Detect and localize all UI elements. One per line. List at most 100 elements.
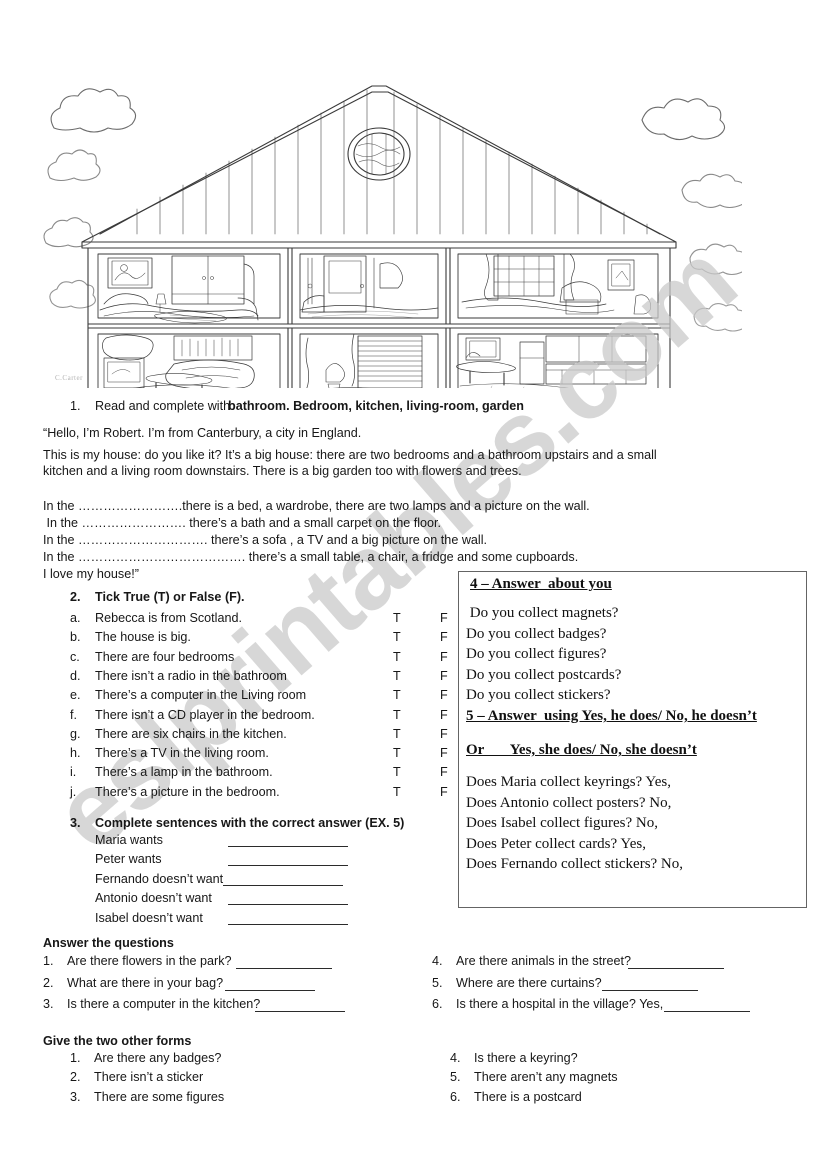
true-option[interactable]: T [393,765,401,779]
false-option[interactable]: F [440,746,448,760]
item-statement: There’s a TV in the living room. [95,746,269,761]
task2-number: 2. [70,590,81,604]
item-statement: The house is big. [95,630,191,645]
item-letter: d. [70,668,81,683]
passage-line-3: kitchen and a living room downstairs. Th… [43,464,522,478]
item-statement: Rebecca is from Scotland. [95,611,242,625]
task3-instruction: Complete sentences with the correct answ… [95,816,405,830]
item-letter: a. [70,611,81,625]
answer-blank-line[interactable] [228,865,348,867]
item-text: There are some figures [94,1089,225,1104]
task1-instruction: Read and complete with: [95,399,234,413]
item-text: Are there any badges? [94,1051,222,1065]
task5-question[interactable]: Does Fernando collect stickers? No, [466,856,683,873]
sentence-stem: Maria wants [95,833,163,847]
item-number: 3. [70,1089,81,1104]
item-number: 4. [450,1051,461,1065]
item-letter: b. [70,630,81,645]
true-option[interactable]: T [393,650,401,664]
artist-signature: C.Carter [55,374,83,382]
answer-blank-line[interactable] [228,923,348,925]
false-option[interactable]: F [440,669,448,683]
item-number: 6. [450,1089,461,1104]
true-option[interactable]: T [393,669,401,683]
false-option[interactable]: F [440,650,448,664]
item-letter: i. [70,765,77,780]
false-option[interactable]: F [440,630,448,644]
fill-blank-line-1[interactable]: In the …………………….there is a bed, a wardro… [43,498,590,515]
task3-number: 3. [70,816,81,830]
item-text: Are there flowers in the park? [67,954,232,968]
item-text: There isn’t a sticker [94,1070,204,1085]
answer-questions-heading: Answer the questions [43,936,174,950]
item-text: Is there a computer in the kitchen? [67,997,261,1011]
give-forms-heading: Give the two other forms [43,1034,192,1048]
answer-blank-line[interactable] [228,846,348,847]
sentence-stem: Peter wants [95,852,162,867]
item-number: 1. [70,1051,81,1065]
answer-blank-line[interactable] [255,1011,345,1012]
false-option[interactable]: F [440,765,448,779]
true-option[interactable]: T [393,688,401,702]
false-option[interactable]: F [440,785,448,799]
task4-question[interactable]: Do you collect badges? [466,626,606,643]
task4-question[interactable]: Do you collect stickers? [466,687,611,704]
fill-blank-line-4[interactable]: In the …………………………………. there’s a small ta… [43,549,578,566]
false-option[interactable]: F [440,727,448,741]
item-text: There is a postcard [474,1089,582,1104]
sentence-stem: Antonio doesn’t want [95,891,212,906]
task2-instruction: Tick True (T) or False (F). [95,590,245,604]
task1-word-bank: bathroom. Bedroom, kitchen, living-room,… [228,399,524,413]
true-option[interactable]: T [393,708,401,722]
item-text: Where are there curtains? [456,975,602,990]
true-option[interactable]: T [393,611,401,625]
item-statement: There are six chairs in the kitchen. [95,726,287,741]
item-number: 6. [432,997,443,1011]
false-option[interactable]: F [440,688,448,702]
answer-blank-line[interactable] [228,904,348,906]
item-text: What are there in your bag? [67,975,224,990]
item-text: Is there a hospital in the village? Yes, [456,997,664,1011]
item-statement: There isn’t a radio in the bathroom [95,668,287,683]
fill-blank-line-3[interactable]: In the …………………………. there’s a sofa , a TV… [43,532,487,549]
answer-blank-line[interactable] [225,989,315,991]
task5-question[interactable]: Does Peter collect cards? Yes, [466,836,646,853]
item-number: 5. [432,975,443,990]
true-option[interactable]: T [393,746,401,760]
task5-question[interactable]: Does Maria collect keyrings? Yes, [466,774,671,791]
answer-blank-line[interactable] [664,1011,750,1012]
false-option[interactable]: F [440,611,448,625]
fill-blank-line-2[interactable]: In the ……………………. there’s a bath and a sm… [43,515,441,532]
worksheet-page: C.Carter eslprintables.com 1. Read and c… [0,0,821,1161]
true-option[interactable]: T [393,727,401,741]
item-text: Are there animals in the street? [456,954,632,968]
passage-line-1: “Hello, I’m Robert. I’m from Canterbury,… [43,426,362,440]
answer-blank-line[interactable] [602,989,698,991]
item-number: 4. [432,954,443,968]
item-number: 2. [70,1070,81,1085]
item-number: 5. [450,1070,461,1085]
task5-heading: 5 – Answer using Yes, he does/ No, he do… [466,708,757,724]
task4-question[interactable]: Do you collect figures? [466,646,606,663]
answer-blank-line[interactable] [223,884,343,886]
answer-blank-line[interactable] [236,968,332,969]
false-option[interactable]: F [440,708,448,722]
task5-question[interactable]: Does Antonio collect posters? No, [466,795,671,812]
item-letter: g. [70,726,81,741]
item-text: There aren’t any magnets [474,1070,618,1085]
item-letter: c. [70,649,80,664]
true-option[interactable]: T [393,630,401,644]
item-statement: There isn’t a CD player in the bedroom. [95,707,315,722]
sentence-stem: Fernando doesn’t want [95,871,224,886]
item-letter: f. [70,707,77,722]
task4-heading: 4 – Answer about you [470,576,612,592]
item-statement: There’s a computer in the Living room [95,688,307,703]
item-letter: j. [70,784,77,799]
task4-question[interactable]: Do you collect postcards? [466,667,621,684]
task1-number: 1. [70,399,81,413]
task4-question[interactable]: Do you collect magnets? [466,605,619,622]
true-option[interactable]: T [393,785,401,799]
task5-question[interactable]: Does Isabel collect figures? No, [466,815,658,832]
answer-blank-line[interactable] [628,968,724,969]
item-statement: There are four bedrooms [95,649,235,664]
